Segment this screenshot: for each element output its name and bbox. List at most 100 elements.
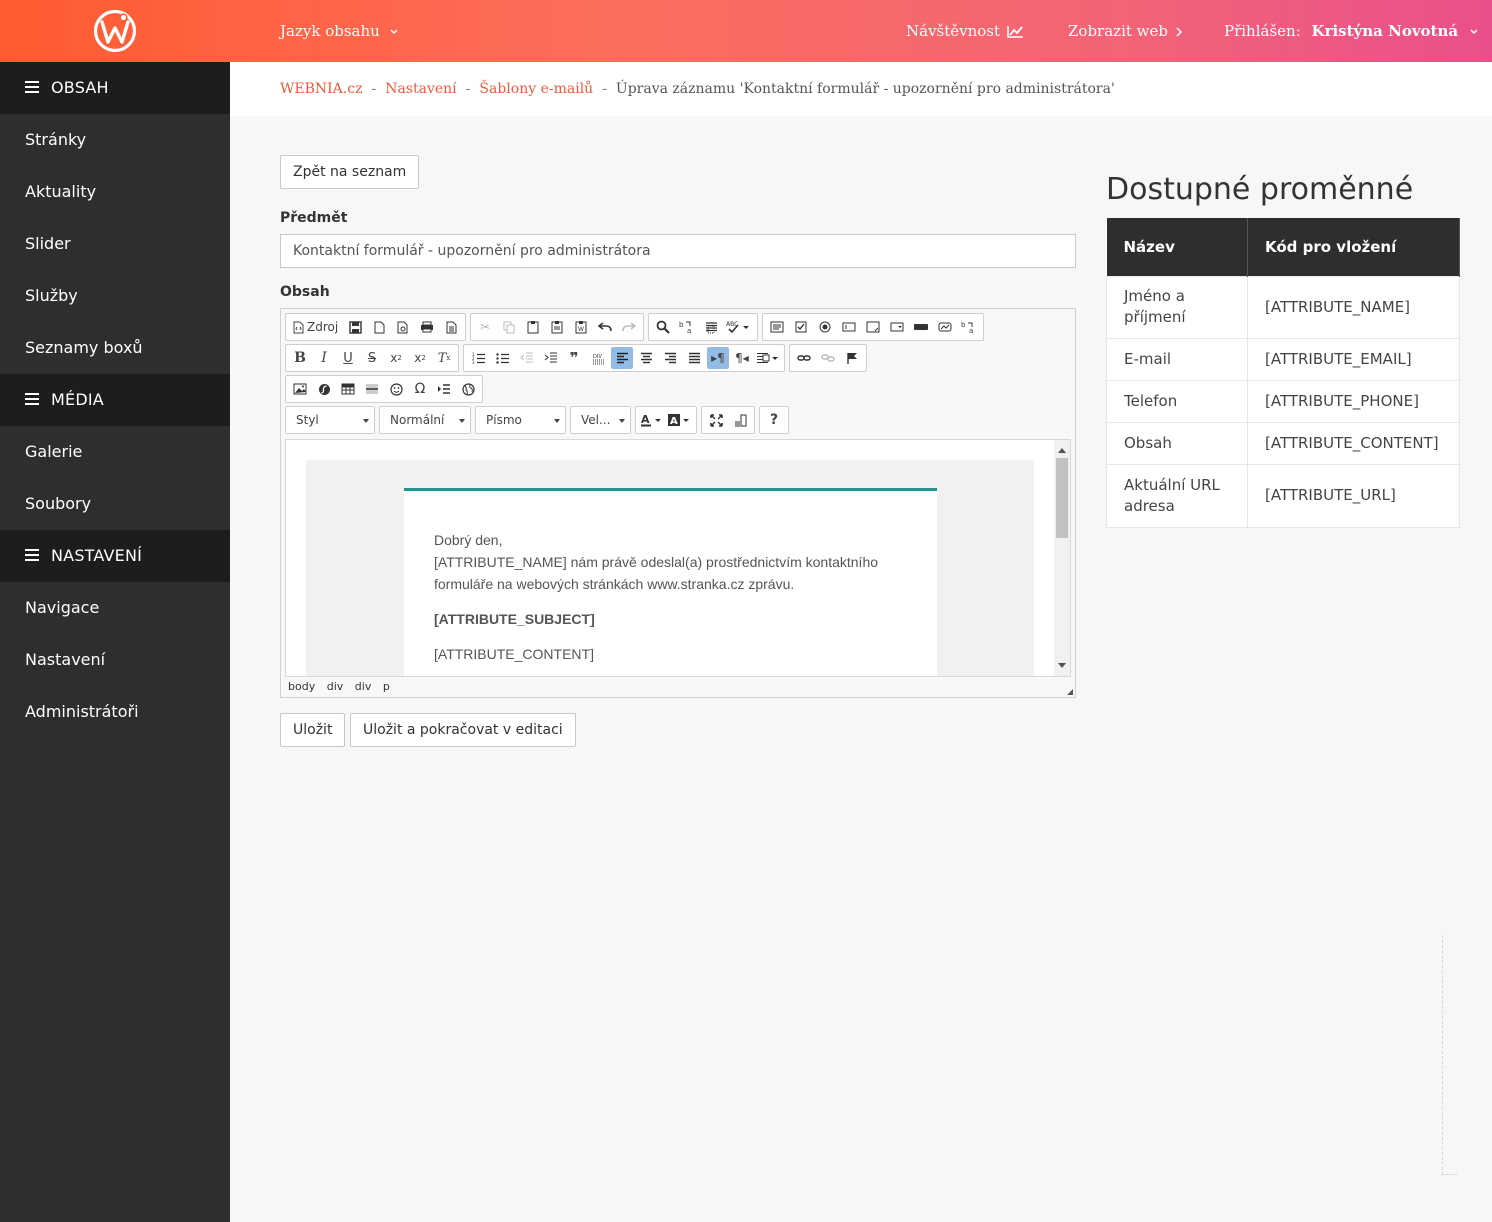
view-web-link[interactable]: Zobrazit web — [1068, 0, 1185, 62]
sidebar-item-aktuality[interactable]: Aktuality — [0, 166, 230, 218]
blockquote-icon[interactable]: ❞ — [563, 347, 585, 369]
radio-icon[interactable] — [814, 316, 836, 338]
sidebar-item-seznamy-boxu[interactable]: Seznamy boxů — [0, 322, 230, 374]
text-color-icon[interactable]: A — [639, 409, 665, 431]
smiley-icon[interactable] — [385, 378, 407, 400]
flash-icon[interactable] — [313, 378, 335, 400]
find-icon[interactable] — [652, 316, 674, 338]
language-icon[interactable] — [755, 347, 781, 369]
sidebar-item-galerie[interactable]: Galerie — [0, 426, 230, 478]
path-item[interactable]: div — [355, 680, 372, 693]
show-blocks-icon[interactable] — [729, 409, 751, 431]
italic-icon[interactable]: I — [313, 347, 335, 369]
image-icon[interactable] — [289, 378, 311, 400]
back-to-list-button[interactable]: Zpět na seznam — [280, 155, 420, 189]
text-field-icon[interactable] — [838, 316, 860, 338]
select-field-icon[interactable] — [886, 316, 908, 338]
resize-handle-icon[interactable] — [1067, 689, 1073, 695]
link-icon[interactable] — [793, 347, 815, 369]
button-field-icon[interactable] — [910, 316, 932, 338]
undo-icon[interactable] — [594, 316, 616, 338]
templates-icon[interactable] — [440, 316, 462, 338]
breadcrumb-settings-link[interactable]: Nastavení — [385, 81, 456, 97]
unlink-icon[interactable] — [817, 347, 839, 369]
source-button[interactable]: Zdroj — [289, 316, 342, 338]
format-select[interactable]: Normální — [379, 406, 471, 434]
page-break-icon[interactable] — [433, 378, 455, 400]
path-item[interactable]: div — [327, 680, 344, 693]
table-icon[interactable] — [337, 378, 359, 400]
cut-icon[interactable]: ✂ — [474, 316, 496, 338]
editor-scrollbar[interactable] — [1054, 440, 1070, 676]
breadcrumb-templates-link[interactable]: Šablony e-mailů — [479, 81, 593, 97]
paste-text-icon[interactable] — [546, 316, 568, 338]
sidebar-item-sluzby[interactable]: Služby — [0, 270, 230, 322]
sidebar-section-obsah[interactable]: OBSAH — [0, 62, 230, 114]
sidebar-item-stranky[interactable]: Stránky — [0, 114, 230, 166]
background-color-icon[interactable]: A — [667, 409, 693, 431]
form-icon[interactable] — [766, 316, 788, 338]
help-icon[interactable]: ? — [763, 409, 785, 431]
sidebar-item-nastaveni[interactable]: Nastavení — [0, 634, 230, 686]
redo-icon[interactable] — [618, 316, 640, 338]
checkbox-icon[interactable] — [790, 316, 812, 338]
sidebar-item-slider[interactable]: Slider — [0, 218, 230, 270]
copy-icon[interactable] — [498, 316, 520, 338]
horizontal-rule-icon[interactable] — [361, 378, 383, 400]
underline-icon[interactable]: U — [337, 347, 359, 369]
paste-word-icon[interactable]: W — [570, 316, 592, 338]
user-menu[interactable]: Přihlášen: Kristýna Novotná — [1224, 0, 1483, 62]
path-item[interactable]: p — [383, 680, 390, 693]
numbered-list-icon[interactable]: 123 — [467, 347, 489, 369]
outdent-icon[interactable] — [515, 347, 537, 369]
breadcrumb-home-link[interactable]: WEBNIA.cz — [280, 81, 362, 97]
scroll-thumb[interactable] — [1056, 458, 1068, 538]
replace-icon[interactable]: ba — [676, 316, 698, 338]
anchor-flag-icon[interactable] — [841, 347, 863, 369]
webnia-logo-icon[interactable] — [93, 9, 137, 53]
sidebar-item-soubory[interactable]: Soubory — [0, 478, 230, 530]
paste-icon[interactable] — [522, 316, 544, 338]
save-icon[interactable] — [344, 316, 366, 338]
maximize-icon[interactable] — [705, 409, 727, 431]
save-button[interactable]: Uložit — [280, 713, 346, 747]
hidden-field-icon[interactable]: ba — [958, 316, 980, 338]
align-right-icon[interactable] — [659, 347, 681, 369]
create-div-icon[interactable]: DIV — [587, 347, 609, 369]
new-page-icon[interactable] — [368, 316, 390, 338]
subject-input[interactable]: Kontaktní formulář - upozornění pro admi… — [280, 234, 1076, 268]
sidebar-section-media[interactable]: MÉDIA — [0, 374, 230, 426]
editor-content-area[interactable]: Dobrý den, [ATTRIBUTE_NAME] nám právě ode… — [285, 439, 1071, 677]
sidebar-item-navigace[interactable]: Navigace — [0, 582, 230, 634]
remove-format-icon[interactable]: Tx — [433, 347, 455, 369]
text-direction-rtl-icon[interactable]: ¶◂ — [731, 347, 753, 369]
font-select[interactable]: Písmo — [475, 406, 566, 434]
preview-icon[interactable] — [392, 316, 414, 338]
sidebar-item-administratori[interactable]: Administrátoři — [0, 686, 230, 738]
superscript-icon[interactable]: x2 — [409, 347, 431, 369]
path-item[interactable]: body — [288, 680, 315, 693]
align-left-icon[interactable] — [611, 347, 633, 369]
scroll-up-icon[interactable] — [1058, 444, 1066, 453]
scroll-down-icon[interactable] — [1058, 663, 1066, 672]
image-button-icon[interactable] — [934, 316, 956, 338]
special-char-icon[interactable]: Ω — [409, 378, 431, 400]
style-select[interactable]: Styl — [285, 406, 375, 434]
bold-icon[interactable]: B — [289, 347, 311, 369]
print-icon[interactable] — [416, 316, 438, 338]
save-and-continue-button[interactable]: Uložit a pokračovat v editaci — [350, 713, 576, 747]
select-all-icon[interactable] — [700, 316, 722, 338]
textarea-icon[interactable] — [862, 316, 884, 338]
iframe-globe-icon[interactable] — [457, 378, 479, 400]
text-direction-ltr-icon[interactable]: ▸¶ — [707, 347, 729, 369]
indent-icon[interactable] — [539, 347, 561, 369]
align-justify-icon[interactable] — [683, 347, 705, 369]
sidebar-section-nastaveni[interactable]: NASTAVENÍ — [0, 530, 230, 582]
strikethrough-icon[interactable]: S — [361, 347, 383, 369]
traffic-link[interactable]: Návštěvnost — [906, 0, 1025, 62]
content-language-dropdown[interactable]: Jazyk obsahu — [280, 0, 403, 62]
bulleted-list-icon[interactable] — [491, 347, 513, 369]
subscript-icon[interactable]: x2 — [385, 347, 407, 369]
align-center-icon[interactable] — [635, 347, 657, 369]
font-size-select[interactable]: Vel... — [570, 406, 631, 434]
